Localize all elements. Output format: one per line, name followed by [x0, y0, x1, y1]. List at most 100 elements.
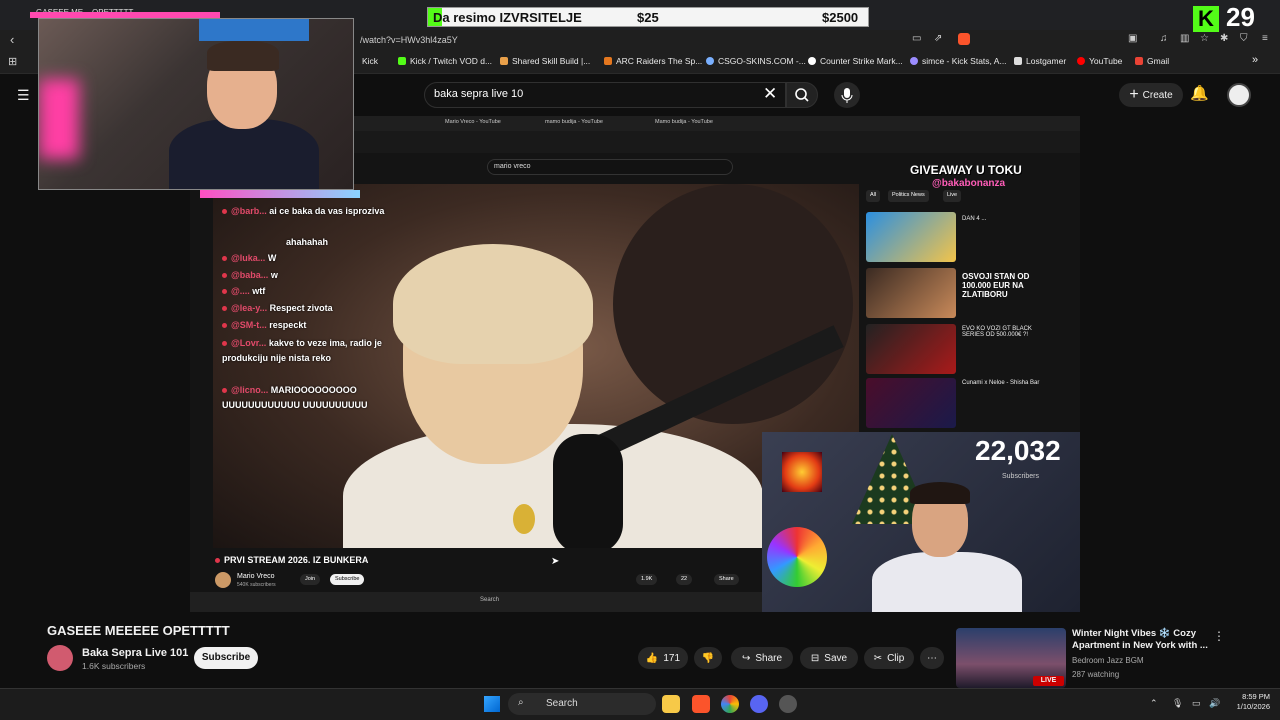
person-hair: [207, 41, 279, 71]
bookmark-item[interactable]: Lostgamer: [1014, 56, 1066, 66]
bookmark-icon: [1014, 57, 1022, 65]
person-shirt: [872, 552, 1022, 612]
person-hair: [393, 244, 593, 364]
tray-chevron-icon[interactable]: ⌃: [1150, 698, 1158, 709]
chat-message: @barb... ai ce baka da vas isproziva: [222, 206, 384, 216]
inner-join-button: Join: [300, 574, 321, 585]
bookmark-item[interactable]: Gmail: [1135, 56, 1169, 66]
kebab-menu-icon[interactable]: ⋮: [1213, 629, 1225, 643]
bookmark-item[interactable]: Shared Skill Build |...: [500, 56, 590, 66]
clear-search-icon[interactable]: ✕: [763, 84, 777, 104]
bookmark-item[interactable]: Kick / Twitch VOD d...: [398, 56, 492, 66]
more-bookmarks-icon[interactable]: »: [1252, 54, 1258, 66]
kick-logo: K: [1193, 6, 1219, 32]
extensions-icon[interactable]: ✱: [1220, 33, 1228, 44]
voice-search-button[interactable]: [834, 82, 860, 108]
microphone-icon: [841, 88, 853, 103]
back-icon[interactable]: ‹: [10, 32, 14, 47]
tray-mic-icon[interactable]: 🎙: [1172, 698, 1183, 709]
channel-subscribers: 1.6K subscribers: [82, 661, 146, 671]
giveaway-overlay: GIVEAWAY U TOKU: [910, 163, 1022, 177]
share-icon: ↪: [741, 652, 751, 664]
hamburger-menu-icon[interactable]: ☰: [17, 87, 30, 104]
sidebar-icon[interactable]: ▣: [1128, 33, 1137, 44]
scissors-icon: ✂: [873, 652, 883, 664]
save-icon: ⊟: [810, 652, 820, 664]
more-icon: ⋯: [927, 652, 937, 664]
share-button[interactable]: ↪ Share: [731, 647, 793, 669]
related-video-channel: Bedroom Jazz BGM: [1072, 656, 1144, 665]
windows-start-icon[interactable]: [484, 696, 500, 712]
account-avatar[interactable]: [1227, 83, 1251, 107]
chat-message: @Lovr... kakve to veze ima, radio je pro…: [222, 338, 382, 363]
inner-search-field: mario vreco: [487, 159, 733, 175]
channel-avatar[interactable]: [47, 645, 73, 671]
inner-subscribe-button: Subscribe: [330, 574, 365, 585]
chat-message: @SM-t... respeckt: [222, 320, 306, 330]
file-explorer-icon[interactable]: [662, 695, 680, 713]
more-actions-button[interactable]: ⋯: [920, 647, 944, 669]
notifications-bell-icon[interactable]: 🔔: [1190, 84, 1209, 102]
reco-thumbnail: [866, 212, 956, 262]
save-button[interactable]: ⊟ Save: [800, 647, 858, 669]
related-video-title[interactable]: Winter Night Vibes ❄️ Cozy Apartment in …: [1072, 628, 1212, 652]
url-field[interactable]: /watch?v=HWv3hl4za5Y: [360, 35, 458, 45]
brave-shield-icon[interactable]: [958, 33, 970, 45]
create-button[interactable]: + Create: [1119, 83, 1183, 107]
bookmark-icon[interactable]: ☆: [1200, 33, 1209, 44]
pink-light: [39, 79, 79, 159]
chat-message: @licno... MARIOOOOOOOOO UUUUUUUUUUUU UUU…: [222, 385, 368, 410]
goal-text: Da resimo IZVRSITELJE: [433, 10, 582, 25]
shield-icon[interactable]: ⛉: [1240, 33, 1248, 44]
subscriber-counter: 22,032: [975, 435, 1061, 466]
chrome-icon[interactable]: [721, 695, 739, 713]
bookmark-icon: [706, 57, 714, 65]
bookmark-icon: [808, 57, 816, 65]
inner-share-button: Share: [714, 574, 739, 585]
create-label: Create: [1142, 89, 1173, 101]
like-button[interactable]: 👍 171: [638, 647, 688, 669]
bookmark-item[interactable]: simce - Kick Stats, A...: [910, 56, 1007, 66]
cast-icon[interactable]: ▭: [912, 33, 921, 44]
bookmark-item[interactable]: CSGO-SKINS.COM -...: [706, 56, 806, 66]
giveaway-handle: @bakabonanza: [932, 178, 1006, 189]
donation-goal-banner: Da resimo IZVRSITELJE $25 $2500: [427, 7, 869, 27]
youtube-icon: [1077, 57, 1085, 65]
system-clock[interactable]: 8:59 PM 1/10/2026: [1236, 692, 1270, 712]
obs-icon[interactable]: [779, 695, 797, 713]
search-button[interactable]: [786, 82, 818, 108]
inner-taskbar-search: Search: [480, 597, 500, 603]
search-icon: [795, 88, 809, 102]
rainbow-decoration: [767, 527, 827, 587]
bookmark-item[interactable]: Counter Strike Mark...: [808, 56, 903, 66]
related-video-watching: 287 watching: [1072, 670, 1120, 679]
chat-message: ahahahah: [286, 237, 329, 247]
menu-icon[interactable]: ≡: [1262, 33, 1268, 44]
dislike-button[interactable]: 👎: [694, 647, 722, 669]
taskbar-search[interactable]: Search: [508, 693, 656, 715]
reco-thumbnail: [866, 268, 956, 318]
bookmark-item[interactable]: ARC Raiders The Sp...: [604, 56, 702, 66]
reco-title: EVO KO VOZI GT BLACK SERIES OD 500.000€ …: [962, 326, 1032, 338]
inner-tab: Mario Vreco - YouTube: [445, 119, 501, 125]
volume-icon[interactable]: 🔊: [1209, 698, 1220, 709]
bookmark-item[interactable]: Kick: [362, 56, 378, 66]
inner-tab: Mamo budija - YouTube: [655, 119, 713, 125]
clip-button[interactable]: ✂ Clip: [864, 647, 914, 669]
bookmark-item[interactable]: YouTube: [1077, 56, 1122, 66]
tray-display-icon[interactable]: ▭: [1192, 698, 1201, 709]
brave-browser-icon[interactable]: [692, 695, 710, 713]
share-page-icon[interactable]: ⇗: [934, 33, 942, 44]
bookmark-icon: [604, 57, 612, 65]
channel-name[interactable]: Baka Sepra Live 101: [82, 647, 188, 659]
plus-icon: +: [1129, 86, 1139, 103]
discord-icon[interactable]: [750, 695, 768, 713]
subscribe-button[interactable]: Subscribe: [194, 647, 258, 669]
panel-icon[interactable]: ▥: [1180, 33, 1189, 44]
filter-chip: Live: [943, 190, 962, 202]
overlay-accent-bar: [200, 190, 360, 198]
inner-channel-name: Mario Vreco: [237, 573, 275, 580]
video-title: GASEEE MEEEEE OPETTTTT: [47, 623, 230, 638]
apps-grid-icon[interactable]: ⊞: [8, 55, 17, 68]
music-icon[interactable]: ♫: [1160, 33, 1168, 44]
